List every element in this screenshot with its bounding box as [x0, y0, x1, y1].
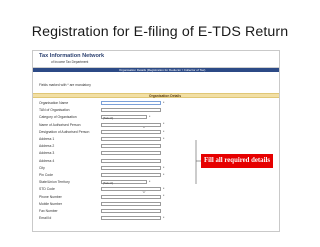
fill-details-callout: Fill all required details [201, 154, 273, 168]
callout-connector [195, 140, 201, 184]
